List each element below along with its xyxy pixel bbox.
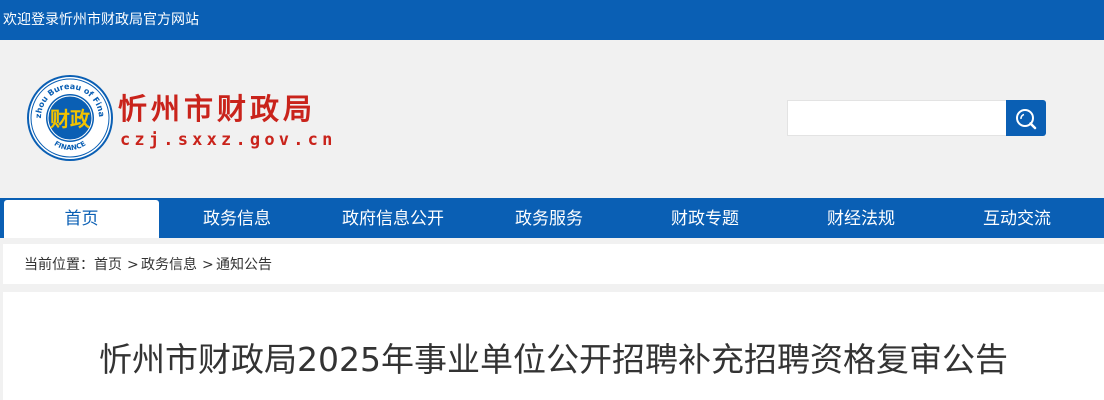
site-header: Xinzhou Bureau of Finance FINANCE 财政 忻州市… [0,40,1104,198]
nav-item-info-disclosure[interactable]: 政府信息公开 [315,198,471,238]
main-nav: 首页 政务信息 政府信息公开 政务服务 财政专题 财经法规 互动交流 [0,198,1104,238]
breadcrumb-link-notices[interactable]: 通知公告 [216,256,272,274]
search-button[interactable] [1006,100,1046,136]
breadcrumb-prefix: 当前位置： [24,257,94,273]
finance-bureau-logo[interactable]: Xinzhou Bureau of Finance FINANCE 财政 [27,75,113,161]
nav-item-government-services[interactable]: 政务服务 [471,198,627,238]
nav-item-government-news[interactable]: 政务信息 [159,198,315,238]
site-domain: czj.sxxz.gov.cn [120,130,337,150]
breadcrumb-link-government-news[interactable]: 政务信息 [141,256,197,274]
search-input[interactable] [787,100,1007,136]
welcome-text: 欢迎登录忻州市财政局官方网站 [3,12,199,28]
article-title: 忻州市财政局2025年事业单位公开招聘补充招聘资格复审公告 [99,340,1008,379]
breadcrumb-separator: > [202,257,214,273]
nav-item-home[interactable]: 首页 [4,200,159,238]
breadcrumb: 当前位置： 首页 > 政务信息 > 通知公告 [3,244,1104,284]
site-name: 忻州市财政局 [118,92,317,126]
nav-item-finance-topics[interactable]: 财政专题 [627,198,783,238]
breadcrumb-separator: > [127,257,139,273]
article-content: 忻州市财政局2025年事业单位公开招聘补充招聘资格复审公告 [3,292,1104,400]
nav-item-finance-regulations[interactable]: 财经法规 [783,198,939,238]
search-icon [1016,109,1037,130]
breadcrumb-link-home[interactable]: 首页 [94,256,122,274]
logo-seal-text: 财政 [50,107,91,131]
top-bar: 欢迎登录忻州市财政局官方网站 [0,0,1104,40]
nav-item-interaction[interactable]: 互动交流 [939,198,1095,238]
